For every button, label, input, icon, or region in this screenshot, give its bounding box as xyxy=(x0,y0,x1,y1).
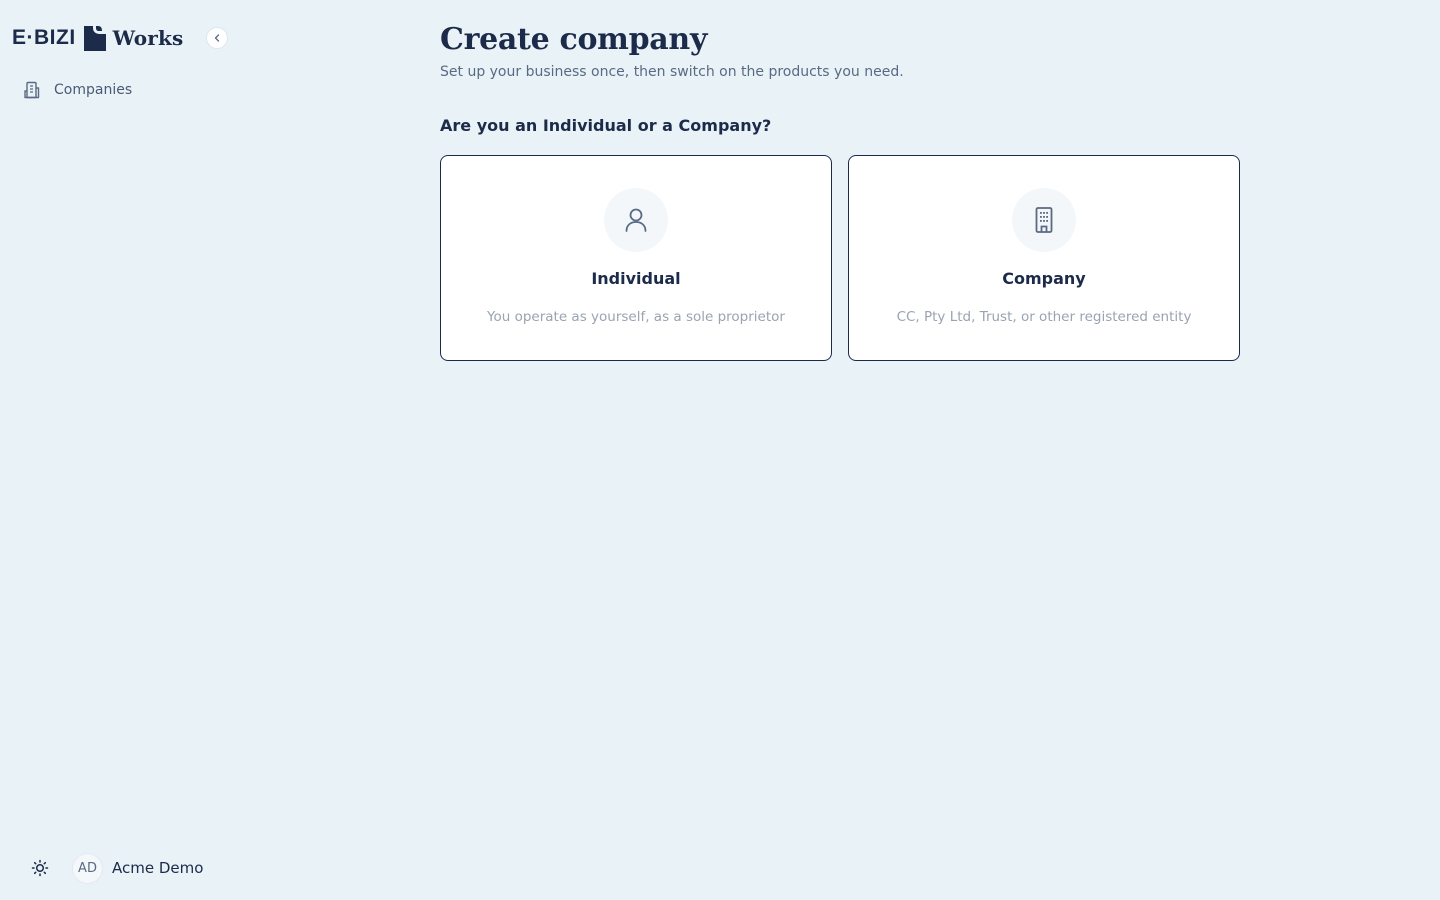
option-title: Company xyxy=(1002,269,1086,288)
document-mark-icon xyxy=(83,26,106,51)
company-option-card[interactable]: Company CC, Pty Ltd, Trust, or other reg… xyxy=(848,155,1240,361)
sidebar-footer: AD Acme Demo xyxy=(28,852,203,884)
sun-icon xyxy=(31,859,49,877)
page-title: Create company xyxy=(440,22,708,57)
avatar: AD xyxy=(72,852,103,884)
individual-icon-circle xyxy=(604,188,668,252)
option-description: CC, Pty Ltd, Trust, or other registered … xyxy=(896,309,1192,325)
entity-type-question: Are you an Individual or a Company? xyxy=(440,116,772,135)
sidebar-item-companies[interactable]: Companies xyxy=(22,78,132,102)
building-icon xyxy=(24,81,40,99)
company-icon-circle xyxy=(1012,188,1076,252)
brand-logo[interactable]: E·BIZI Works xyxy=(12,22,184,54)
user-menu[interactable]: AD Acme Demo xyxy=(72,852,204,884)
person-icon xyxy=(625,208,647,232)
individual-option-card[interactable]: Individual You operate as yourself, as a… xyxy=(440,155,832,361)
sidebar: E·BIZI Works Companies AD Acme Demo xyxy=(0,0,240,900)
collapse-sidebar-button[interactable] xyxy=(206,27,228,49)
entity-type-options: Individual You operate as yourself, as a… xyxy=(440,155,1240,361)
brand-left-text: E·BIZI xyxy=(12,26,76,49)
sidebar-item-label: Companies xyxy=(54,82,133,98)
theme-toggle-button[interactable] xyxy=(28,856,52,880)
option-description: You operate as yourself, as a sole propr… xyxy=(487,309,785,325)
brand-right-text: Works xyxy=(112,26,184,50)
building-icon xyxy=(1035,207,1053,233)
option-title: Individual xyxy=(591,269,681,288)
app-root: E·BIZI Works Companies AD Acme Demo Crea… xyxy=(0,0,1440,900)
user-name: Acme Demo xyxy=(112,859,204,877)
page-subtitle: Set up your business once, then switch o… xyxy=(440,64,904,80)
chevron-left-icon xyxy=(214,34,220,42)
